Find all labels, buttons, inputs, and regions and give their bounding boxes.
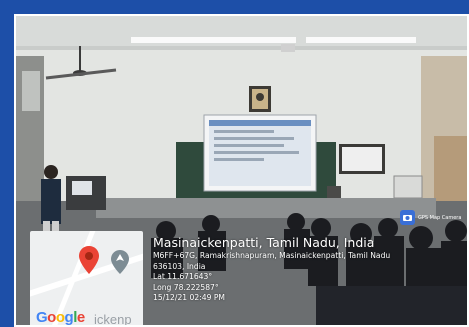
location-marker-icon [111, 250, 129, 274]
map-place-label: ickenp [94, 312, 132, 327]
google-logo: Google [36, 309, 85, 326]
timestamp: 15/12/21 02:49 PM [153, 293, 225, 303]
map-thumbnail[interactable]: Google ickenp [30, 231, 143, 327]
classroom-photo: GPS Map Camera Google ickenp Masinaicken… [14, 14, 469, 327]
address-line-1: M6FF+67G, Ramakrishnapuram, Masinaickenp… [153, 251, 391, 260]
gps-map-camera-badge: GPS Map Camera [400, 210, 461, 225]
camera-icon [400, 210, 415, 225]
tube-light-right [306, 37, 416, 43]
location-info: Masinaickenpatti, Tamil Nadu, India M6FF… [153, 234, 390, 304]
address-line-2: 636103, India [153, 261, 206, 271]
place-name: Masinaickenpatti, Tamil Nadu, India [153, 235, 375, 250]
tube-light-left [131, 37, 296, 43]
map-pin-icon [79, 246, 99, 274]
latitude: Lat 11.671643° [153, 272, 213, 282]
badge-label: GPS Map Camera [418, 214, 462, 221]
photo-frame: GPS Map Camera Google ickenp Masinaicken… [0, 0, 469, 327]
longitude: Long 78.222587° [153, 282, 219, 292]
